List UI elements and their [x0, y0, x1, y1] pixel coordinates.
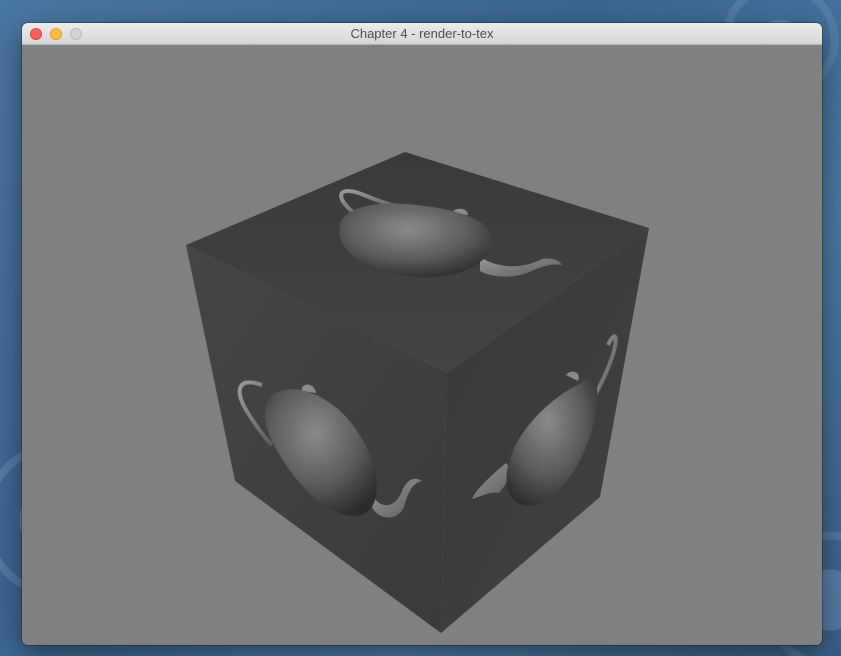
app-window: Chapter 4 - render-to-tex — [22, 23, 822, 645]
render-viewport[interactable] — [22, 45, 822, 645]
window-title: Chapter 4 - render-to-tex — [350, 26, 494, 41]
render-scene — [186, 152, 649, 633]
window-titlebar[interactable]: Chapter 4 - render-to-tex — [22, 23, 822, 45]
